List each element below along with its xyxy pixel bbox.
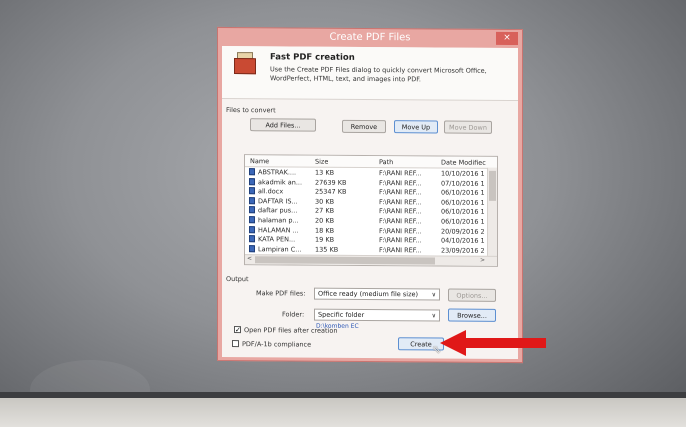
file-name-cell: all.docx [258,187,284,196]
file-size-cell: 27 KB [315,207,335,216]
make-pdf-value: Office ready (medium file size) [318,289,419,299]
file-size-cell: 25347 KB [315,187,347,197]
make-pdf-label: Make PDF files: [256,289,306,298]
file-row[interactable]: Lampiran C... 135 KB F:\RANI REF... 23/09/2… [245,244,497,255]
file-date-cell: 06/10/2016 1 [441,207,485,217]
files-section-label: Files to convert [226,105,276,115]
toolbox-icon [234,52,256,76]
vertical-scroll-thumb[interactable] [489,170,496,201]
file-path-cell: F:\RANI REF... [379,236,422,245]
file-name-cell: akadmik an... [258,177,303,187]
word-document-icon [249,168,255,176]
chevron-down-icon: ∨ [431,291,436,299]
word-document-icon [249,244,255,252]
file-name-cell: daftar pus... [258,206,298,215]
dialog-header: Fast PDF creation Use the Create PDF Fil… [222,45,518,102]
monitor-bezel [0,398,686,427]
word-document-icon [249,225,255,233]
options-button[interactable]: Options... [448,288,496,302]
file-path-cell: F:\RANI REF... [379,217,422,226]
dialog-title: Create PDF Files [329,31,411,44]
chevron-down-icon: ∨ [431,312,436,320]
file-name-cell: HALAMAN ... [258,225,299,235]
close-button[interactable]: × [496,31,518,46]
column-header-path[interactable]: Path [379,158,393,166]
file-name-cell: Lampiran C... [258,245,302,254]
file-size-cell: 13 KB [315,168,335,177]
word-document-icon [249,177,255,185]
create-pdf-dialog: Create PDF Files × Fast PDF creation Use… [217,26,523,364]
word-document-icon [249,235,255,243]
open-after-label: Open PDF files after creation [244,326,338,335]
file-name-cell: ABSTRAK.... [258,168,297,177]
mouse-cursor-icon: ⇖ [432,343,442,356]
word-document-icon [249,206,255,214]
pdfa-label: PDF/A-1b compliance [242,340,312,349]
file-date-cell: 23/09/2016 2 [441,246,485,255]
word-document-icon [249,196,255,204]
file-list[interactable]: Name Size Path Date Modifiec ABSTRAK....… [244,154,498,267]
header-description: Use the Create PDF Files dialog to quick… [270,65,487,83]
file-date-cell: 06/10/2016 1 [441,217,485,226]
add-files-button[interactable]: Add Files... [250,118,316,132]
file-name-cell: DAFTAR IS... [258,197,298,206]
open-after-checkbox[interactable]: ✓ [234,326,241,334]
file-size-cell: 18 KB [315,226,335,235]
file-date-cell: 07/10/2016 1 [441,179,485,188]
scroll-right-icon[interactable]: > [480,257,485,264]
header-title: Fast PDF creation [270,52,355,63]
file-size-cell: 19 KB [315,235,335,244]
file-name-cell: KATA PEN... [258,235,296,244]
file-date-cell: 04/10/2016 1 [441,236,485,245]
folder-select[interactable]: Specific folder ∨ [314,308,440,322]
column-header-date[interactable]: Date Modifiec [441,158,486,166]
file-path-cell: F:\RANI REF... [379,169,422,178]
file-size-cell: 27639 KB [315,178,347,187]
file-path-cell: F:\RANI REF... [379,178,422,187]
make-pdf-select[interactable]: Office ready (medium file size) ∨ [314,287,440,301]
folder-label: Folder: [282,310,305,319]
file-list-horizontal-scrollbar[interactable]: < > [245,254,497,266]
file-name-cell: halaman p... [258,216,299,225]
file-path-cell: F:\RANI REF... [379,207,422,216]
file-date-cell: 10/10/2016 1 [441,169,485,178]
annotation-arrow-head [440,330,466,356]
file-size-cell: 30 KB [315,197,335,206]
word-document-icon [249,216,255,224]
remove-button[interactable]: Remove [342,119,386,134]
folder-value: Specific folder [318,310,365,319]
annotation-arrow-shaft [463,338,546,348]
file-date-cell: 06/10/2016 1 [441,188,485,197]
file-date-cell: 06/10/2016 1 [441,198,485,207]
scroll-left-icon[interactable]: < [247,255,252,262]
move-down-button[interactable]: Move Down [444,120,492,134]
file-size-cell: 135 KB [315,245,339,254]
file-path-cell: F:\RANI REF... [379,197,422,207]
file-path-cell: F:\RANI REF... [379,245,422,255]
column-header-name[interactable]: Name [250,157,269,165]
move-up-button[interactable]: Move Up [394,120,438,134]
file-size-cell: 20 KB [315,216,335,225]
word-document-icon [249,187,255,195]
horizontal-scroll-thumb[interactable] [255,256,435,265]
dialog-client: Fast PDF creation Use the Create PDF Fil… [222,45,518,360]
file-path-cell: F:\RANI REF... [379,226,422,235]
file-list-vertical-scrollbar[interactable] [487,167,497,257]
column-header-size[interactable]: Size [315,158,328,166]
browse-button[interactable]: Browse... [448,308,496,322]
file-date-cell: 20/09/2016 2 [441,227,485,236]
file-path-cell: F:\RANI REF... [379,188,422,197]
output-section-label: Output [226,274,249,284]
pdfa-checkbox[interactable] [232,340,239,348]
